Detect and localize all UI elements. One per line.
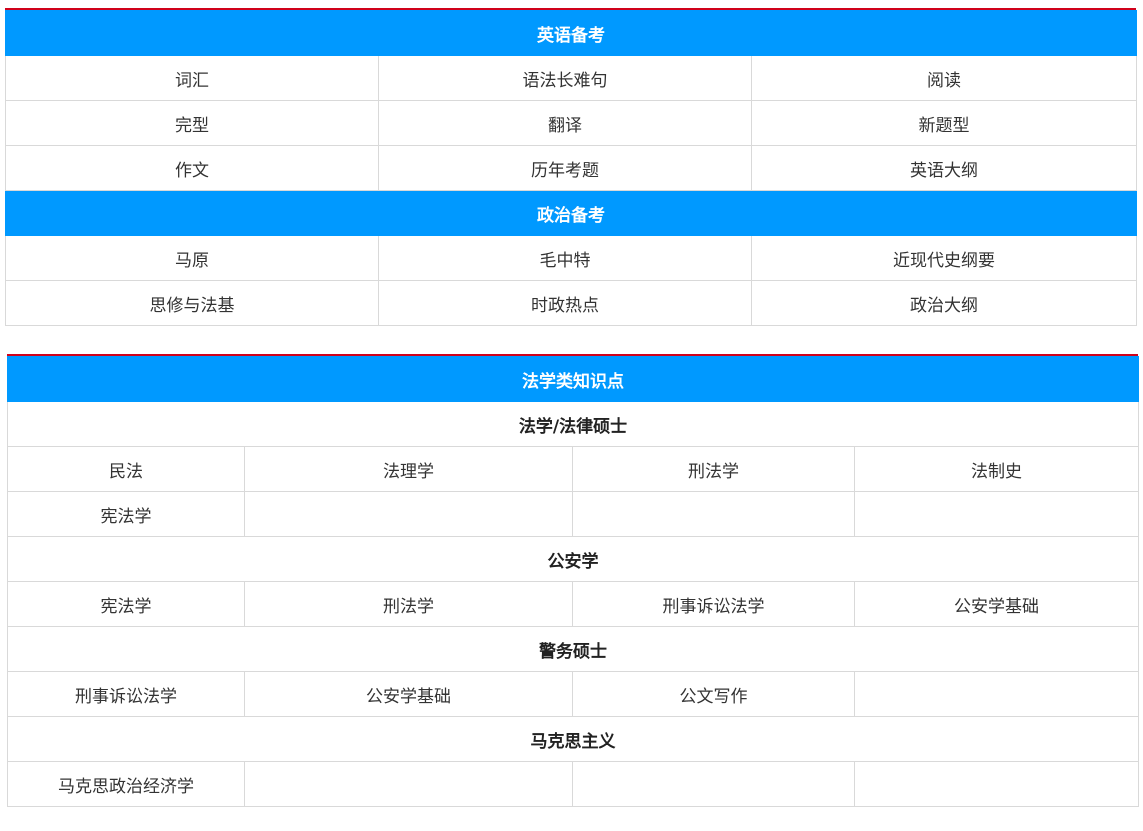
link-cloze[interactable]: 完型: [5, 100, 379, 146]
exam-prep-table: 英语备考 词汇 语法长难句 阅读 完型 翻译 新题型 作文 历年考题 英语大纲 …: [5, 10, 1137, 326]
link-current-affairs[interactable]: 时政热点: [378, 280, 752, 326]
link-grammar[interactable]: 语法长难句: [378, 55, 752, 101]
empty-cell: [854, 671, 1139, 717]
link-criminal-law[interactable]: 刑法学: [244, 581, 573, 627]
link-new-question-types[interactable]: 新题型: [751, 100, 1137, 146]
link-writing[interactable]: 作文: [5, 145, 379, 191]
link-legal-history[interactable]: 法制史: [854, 446, 1139, 492]
link-criminal-procedure[interactable]: 刑事诉讼法学: [572, 581, 855, 627]
link-vocabulary[interactable]: 词汇: [5, 55, 379, 101]
table-row: 词汇 语法长难句 阅读: [5, 55, 1137, 101]
empty-cell: [854, 491, 1139, 537]
group-title-law-master: 法学/法律硕士: [7, 401, 1139, 447]
empty-cell: [244, 491, 573, 537]
link-marxist-political-economy[interactable]: 马克思政治经济学: [7, 761, 245, 807]
empty-cell: [854, 761, 1139, 807]
section-header-politics: 政治备考: [5, 190, 1137, 236]
group-title-police-master: 警务硕士: [7, 626, 1139, 672]
group-title-public-security: 公安学: [7, 536, 1139, 582]
law-knowledge-panel: 法学类知识点 法学/法律硕士 民法 法理学 刑法学 法制史 宪法学 公安学 宪法…: [7, 354, 1139, 807]
section-header-law: 法学类知识点: [7, 356, 1139, 402]
table-row: 马克思政治经济学: [7, 761, 1139, 807]
link-mao-theory[interactable]: 毛中特: [378, 235, 752, 281]
empty-cell: [572, 491, 855, 537]
link-constitutional-law[interactable]: 宪法学: [7, 491, 245, 537]
empty-cell: [572, 761, 855, 807]
link-past-exams[interactable]: 历年考题: [378, 145, 752, 191]
section-header-english: 英语备考: [5, 10, 1137, 56]
group-title-marxism: 马克思主义: [7, 716, 1139, 762]
table-row: 宪法学 刑法学 刑事诉讼法学 公安学基础: [7, 581, 1139, 627]
link-constitutional-law[interactable]: 宪法学: [7, 581, 245, 627]
law-knowledge-table: 法学类知识点 法学/法律硕士 民法 法理学 刑法学 法制史 宪法学 公安学 宪法…: [7, 356, 1139, 807]
table-row: 作文 历年考题 英语大纲: [5, 145, 1137, 191]
exam-prep-panel: 英语备考 词汇 语法长难句 阅读 完型 翻译 新题型 作文 历年考题 英语大纲 …: [5, 8, 1137, 326]
link-jurisprudence[interactable]: 法理学: [244, 446, 573, 492]
table-row: 宪法学: [7, 491, 1139, 537]
empty-cell: [244, 761, 573, 807]
table-row: 民法 法理学 刑法学 法制史: [7, 446, 1139, 492]
link-official-writing[interactable]: 公文写作: [572, 671, 855, 717]
table-row: 完型 翻译 新题型: [5, 100, 1137, 146]
link-ethics-law[interactable]: 思修与法基: [5, 280, 379, 326]
link-criminal-procedure[interactable]: 刑事诉讼法学: [7, 671, 245, 717]
link-marxism-principles[interactable]: 马原: [5, 235, 379, 281]
link-translation[interactable]: 翻译: [378, 100, 752, 146]
table-row: 刑事诉讼法学 公安学基础 公文写作: [7, 671, 1139, 717]
link-criminal-law[interactable]: 刑法学: [572, 446, 855, 492]
table-row: 思修与法基 时政热点 政治大纲: [5, 280, 1137, 326]
table-row: 马原 毛中特 近现代史纲要: [5, 235, 1137, 281]
link-civil-law[interactable]: 民法: [7, 446, 245, 492]
link-public-security-basics[interactable]: 公安学基础: [854, 581, 1139, 627]
link-english-syllabus[interactable]: 英语大纲: [751, 145, 1137, 191]
link-public-security-basics[interactable]: 公安学基础: [244, 671, 573, 717]
link-modern-history[interactable]: 近现代史纲要: [751, 235, 1137, 281]
link-politics-syllabus[interactable]: 政治大纲: [751, 280, 1137, 326]
link-reading[interactable]: 阅读: [751, 55, 1137, 101]
